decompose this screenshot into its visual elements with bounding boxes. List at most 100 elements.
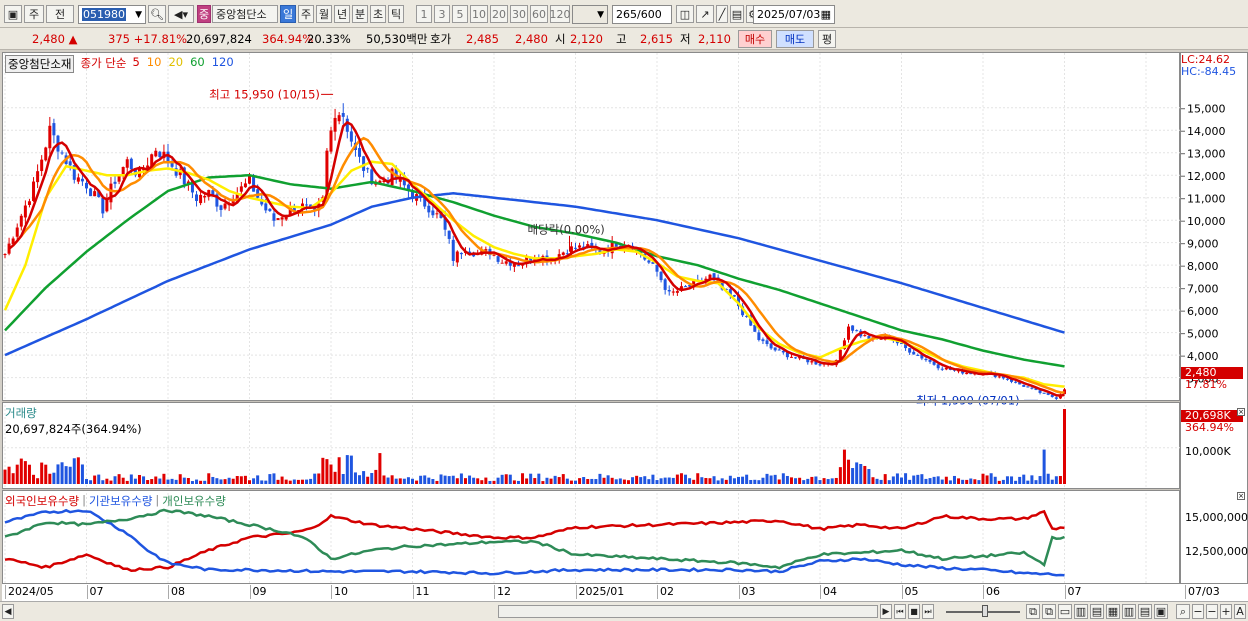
btn-min-4[interactable]: 20 (490, 5, 508, 23)
volume-bar (720, 478, 724, 484)
chart-area[interactable]: 최고 15,950 (10/15)최저 1,990 (07/01)배당락(0.0… (2, 52, 1181, 602)
legend-ma-5[interactable]: 5 (132, 55, 139, 73)
stop-icon[interactable]: ■ (908, 604, 920, 619)
x-tick-label-2: 08 (168, 585, 185, 599)
volume-bar (830, 478, 834, 484)
date-value: 2025/07/03 (757, 8, 821, 21)
btn-period-0[interactable]: 일 (280, 5, 296, 23)
layout-icon-a[interactable]: ⧉ (1026, 604, 1040, 619)
legend-ma-120[interactable]: 120 (212, 55, 234, 73)
volume-bar (891, 476, 895, 484)
layout-icon-g[interactable]: ▥ (1122, 604, 1136, 619)
volume-bar (533, 478, 537, 484)
candle-body (129, 158, 133, 170)
volume-bar (276, 479, 280, 484)
line-icon[interactable]: ╱ (716, 5, 728, 23)
min-dropdown-icon[interactable]: ▼ (597, 10, 604, 20)
legend-ma-10[interactable]: 10 (147, 55, 162, 73)
panel-divider-1[interactable] (2, 400, 1248, 403)
ma20-line (3, 160, 1065, 388)
volume-bar (794, 478, 798, 484)
legend-ma-60[interactable]: 60 (190, 55, 205, 73)
btn-period-2[interactable]: 월 (316, 5, 332, 23)
calendar-icon[interactable]: ▦ (821, 8, 831, 21)
avg-button[interactable]: 평 (818, 30, 836, 48)
btn-min-5[interactable]: 30 (510, 5, 528, 23)
volume-bar (358, 475, 362, 484)
layout-icon-e[interactable]: ▤ (1090, 604, 1104, 619)
layout-icon-c[interactable]: ▭ (1058, 604, 1072, 619)
volume-bar (838, 467, 842, 484)
btn-min-6[interactable]: 60 (530, 5, 548, 23)
btn-min-2[interactable]: 5 (452, 5, 468, 23)
draw-icon[interactable]: ↗ (696, 5, 714, 23)
zoom-in-icon[interactable]: + (1220, 604, 1232, 619)
layout-icon-b[interactable]: ⧉ (1042, 604, 1056, 619)
layout-icon[interactable]: ▣ (4, 5, 22, 23)
date-input[interactable]: 2025/07/03 ▦ (753, 5, 835, 24)
sell-button[interactable]: 매도 (776, 30, 814, 48)
scroll-left-icon[interactable]: ◀ (2, 604, 14, 619)
btn-min-1[interactable]: 3 (434, 5, 450, 23)
first-icon[interactable]: ⏮ (894, 604, 906, 619)
btn-period-3[interactable]: 년 (334, 5, 350, 23)
panel-close-icon-2[interactable]: × (1237, 492, 1245, 500)
scroll-thumb[interactable] (498, 605, 878, 618)
candle-body (101, 198, 105, 214)
btn-min-7[interactable]: 120 (550, 5, 571, 23)
layout-icon-f[interactable]: ▦ (1106, 604, 1120, 619)
volume-bar (280, 476, 284, 484)
btn-period-6[interactable]: 틱 (388, 5, 404, 23)
candle-body (60, 152, 64, 154)
panel-divider-2[interactable] (2, 488, 1248, 491)
min-select[interactable]: ▼ (572, 5, 608, 24)
legend-ma-20[interactable]: 20 (168, 55, 183, 73)
volume-bar (52, 472, 56, 484)
zoom-slider-handle[interactable] (982, 605, 988, 617)
prev-button[interactable]: 전 (46, 5, 74, 23)
bid-value: 2,480 (515, 31, 548, 46)
btn-min-0[interactable]: 1 (416, 5, 432, 23)
zoom-icon[interactable]: ⌕ (1176, 604, 1190, 619)
btn-period-4[interactable]: 분 (352, 5, 368, 23)
sound-icon[interactable]: ◀▾ (168, 5, 194, 23)
chart-type-select[interactable]: 주 (24, 5, 44, 23)
scroll-right-icon[interactable]: ▶ (880, 604, 892, 619)
volume-bar (985, 475, 989, 484)
volume-bar (199, 480, 203, 484)
panel-close-icon[interactable]: × (1237, 408, 1245, 416)
layout-icon-h[interactable]: ▤ (1138, 604, 1152, 619)
candle-body (158, 151, 162, 158)
buy-button[interactable]: 매수 (738, 30, 772, 48)
volume-bar (158, 478, 162, 484)
volume-bar (606, 475, 610, 484)
volume-title[interactable]: 거래량 (5, 405, 142, 421)
legend-indiv[interactable]: 개인보유수량 (162, 493, 225, 509)
volume-bar (814, 476, 818, 484)
candle-body (85, 182, 88, 189)
search-icon[interactable]: 🔍︎ (148, 5, 166, 23)
legend-inst[interactable]: 기관보유수량 (89, 493, 152, 509)
ma10-line (12, 136, 1065, 394)
volume-bar (859, 463, 863, 484)
candle-body (40, 159, 44, 172)
btn-min-3[interactable]: 10 (470, 5, 488, 23)
auto-icon[interactable]: A (1234, 604, 1246, 619)
volume-bar (977, 480, 981, 484)
count-input[interactable]: 265/600 (612, 5, 672, 24)
period-icon[interactable]: ◫ (676, 5, 694, 23)
save-icon[interactable]: ▤ (730, 5, 744, 23)
zoom-out-icon[interactable]: − (1192, 604, 1204, 619)
btn-period-5[interactable]: 초 (370, 5, 386, 23)
legend-foreign[interactable]: 외국인보유수량 (5, 493, 79, 509)
change-value: 375 (108, 31, 130, 46)
layout-icon-i[interactable]: ▣ (1154, 604, 1168, 619)
last-icon[interactable]: ⏭ (922, 604, 934, 619)
layout-icon-d[interactable]: ▥ (1074, 604, 1088, 619)
x-tick-label-0: 2024/05 (5, 585, 54, 599)
legend-stock-name[interactable]: 중앙첨단소재 (5, 55, 75, 73)
dropdown-icon[interactable]: ▼ (135, 10, 142, 20)
stock-code-input[interactable]: 051980 ▼ (78, 5, 146, 24)
minus-icon[interactable]: − (1206, 604, 1218, 619)
btn-period-1[interactable]: 주 (298, 5, 314, 23)
